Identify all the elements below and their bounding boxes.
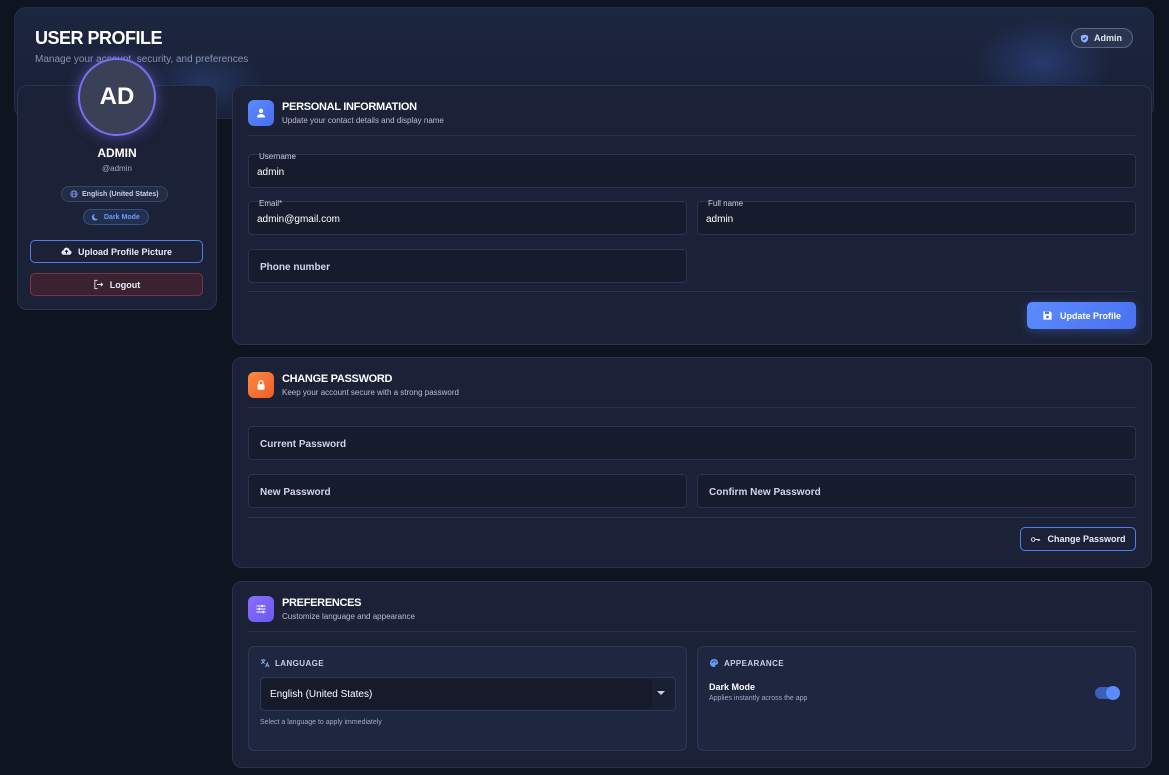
full-name-label: Full name bbox=[708, 199, 744, 208]
new-password-placeholder: New Password bbox=[260, 487, 331, 498]
change-password-header: CHANGE PASSWORD Keep your account secure… bbox=[248, 370, 1136, 408]
phone-number-placeholder: Phone number bbox=[260, 262, 331, 273]
change-password-subtitle: Keep your account secure with a strong p… bbox=[282, 388, 459, 397]
confirm-new-password-field[interactable]: Confirm New Password bbox=[697, 474, 1136, 508]
avatar: AD bbox=[78, 58, 156, 136]
shield-icon bbox=[1080, 33, 1089, 43]
change-password-button[interactable]: Change Password bbox=[1020, 527, 1136, 551]
dark-mode-pill: Dark Mode bbox=[83, 209, 149, 225]
username-value: admin bbox=[257, 167, 285, 178]
email-field[interactable]: Email* admin@gmail.com bbox=[248, 199, 687, 235]
upload-profile-picture-label: Upload Profile Picture bbox=[77, 246, 173, 257]
cloud-upload-icon bbox=[61, 247, 72, 255]
password-divider bbox=[248, 517, 1136, 518]
preferences-card: PREFERENCES Customize language and appea… bbox=[232, 581, 1152, 768]
full-name-field[interactable]: Full name admin bbox=[697, 199, 1136, 235]
save-icon bbox=[1043, 311, 1052, 320]
dark-mode-toggle[interactable] bbox=[1095, 686, 1120, 700]
confirm-new-password-placeholder: Confirm New Password bbox=[709, 487, 821, 498]
language-select[interactable]: English (United States) bbox=[260, 677, 676, 711]
change-password-label: Change Password bbox=[1047, 534, 1126, 544]
language-panel: LANGUAGE English (United States) Select … bbox=[248, 646, 687, 751]
username-label: Username bbox=[259, 152, 296, 161]
translate-icon bbox=[261, 659, 270, 668]
chevron-down-icon bbox=[657, 691, 665, 695]
globe-icon bbox=[70, 190, 78, 198]
language-pill: English (United States) bbox=[61, 186, 168, 202]
appearance-heading-label: APPEARANCE bbox=[724, 658, 785, 668]
page-subtitle: Manage your account, security, and prefe… bbox=[35, 54, 249, 65]
key-icon bbox=[1031, 536, 1041, 542]
preferences-title: PREFERENCES bbox=[282, 597, 362, 609]
role-badge: Admin bbox=[1071, 28, 1133, 48]
update-profile-button[interactable]: Update Profile bbox=[1027, 302, 1136, 329]
language-pill-label: English (United States) bbox=[82, 190, 159, 198]
personal-information-header: PERSONAL INFORMATION Update your contact… bbox=[248, 98, 1136, 136]
dark-mode-hint: Applies instantly across the app bbox=[709, 695, 808, 702]
personal-divider bbox=[248, 291, 1136, 292]
profile-name: ADMIN bbox=[97, 146, 137, 160]
moon-icon bbox=[92, 213, 98, 221]
sliders-icon bbox=[248, 596, 274, 622]
page-title: USER PROFILE bbox=[35, 28, 163, 48]
language-heading-label: LANGUAGE bbox=[275, 658, 324, 668]
dark-mode-pill-label: Dark Mode bbox=[104, 213, 140, 221]
appearance-heading: APPEARANCE bbox=[709, 658, 784, 668]
email-label: Email* bbox=[259, 199, 283, 208]
palette-icon bbox=[710, 659, 718, 667]
language-hint: Select a language to apply immediately bbox=[260, 719, 382, 726]
appearance-panel: APPEARANCE Dark Mode Applies instantly a… bbox=[697, 646, 1136, 751]
upload-profile-picture-button[interactable]: Upload Profile Picture bbox=[30, 240, 203, 263]
language-heading: LANGUAGE bbox=[260, 658, 324, 668]
toggle-knob bbox=[1106, 686, 1120, 700]
username-field[interactable]: Username admin bbox=[248, 152, 1136, 188]
personal-information-card: PERSONAL INFORMATION Update your contact… bbox=[232, 85, 1152, 345]
current-password-field[interactable]: Current Password bbox=[248, 426, 1136, 460]
change-password-card: CHANGE PASSWORD Keep your account secure… bbox=[232, 357, 1152, 568]
logout-label: Logout bbox=[109, 279, 141, 290]
logout-icon bbox=[94, 279, 104, 290]
language-select-value: English (United States) bbox=[262, 679, 652, 709]
profile-handle: @admin bbox=[102, 164, 132, 173]
preferences-header: PREFERENCES Customize language and appea… bbox=[248, 594, 1136, 632]
user-icon bbox=[248, 100, 274, 126]
phone-number-field[interactable]: Phone number bbox=[248, 249, 687, 283]
current-password-placeholder: Current Password bbox=[260, 439, 347, 450]
update-profile-label: Update Profile bbox=[1059, 310, 1121, 321]
email-value: admin@gmail.com bbox=[257, 214, 340, 225]
personal-information-title: PERSONAL INFORMATION bbox=[282, 101, 417, 113]
full-name-value: admin bbox=[706, 214, 734, 225]
personal-information-subtitle: Update your contact details and display … bbox=[282, 116, 444, 125]
lock-icon bbox=[248, 372, 274, 398]
logout-button[interactable]: Logout bbox=[30, 273, 203, 296]
role-badge-label: Admin bbox=[1094, 33, 1122, 43]
new-password-field[interactable]: New Password bbox=[248, 474, 687, 508]
preferences-subtitle: Customize language and appearance bbox=[282, 612, 415, 621]
change-password-title: CHANGE PASSWORD bbox=[282, 373, 393, 385]
dark-mode-label: Dark Mode bbox=[709, 682, 756, 692]
